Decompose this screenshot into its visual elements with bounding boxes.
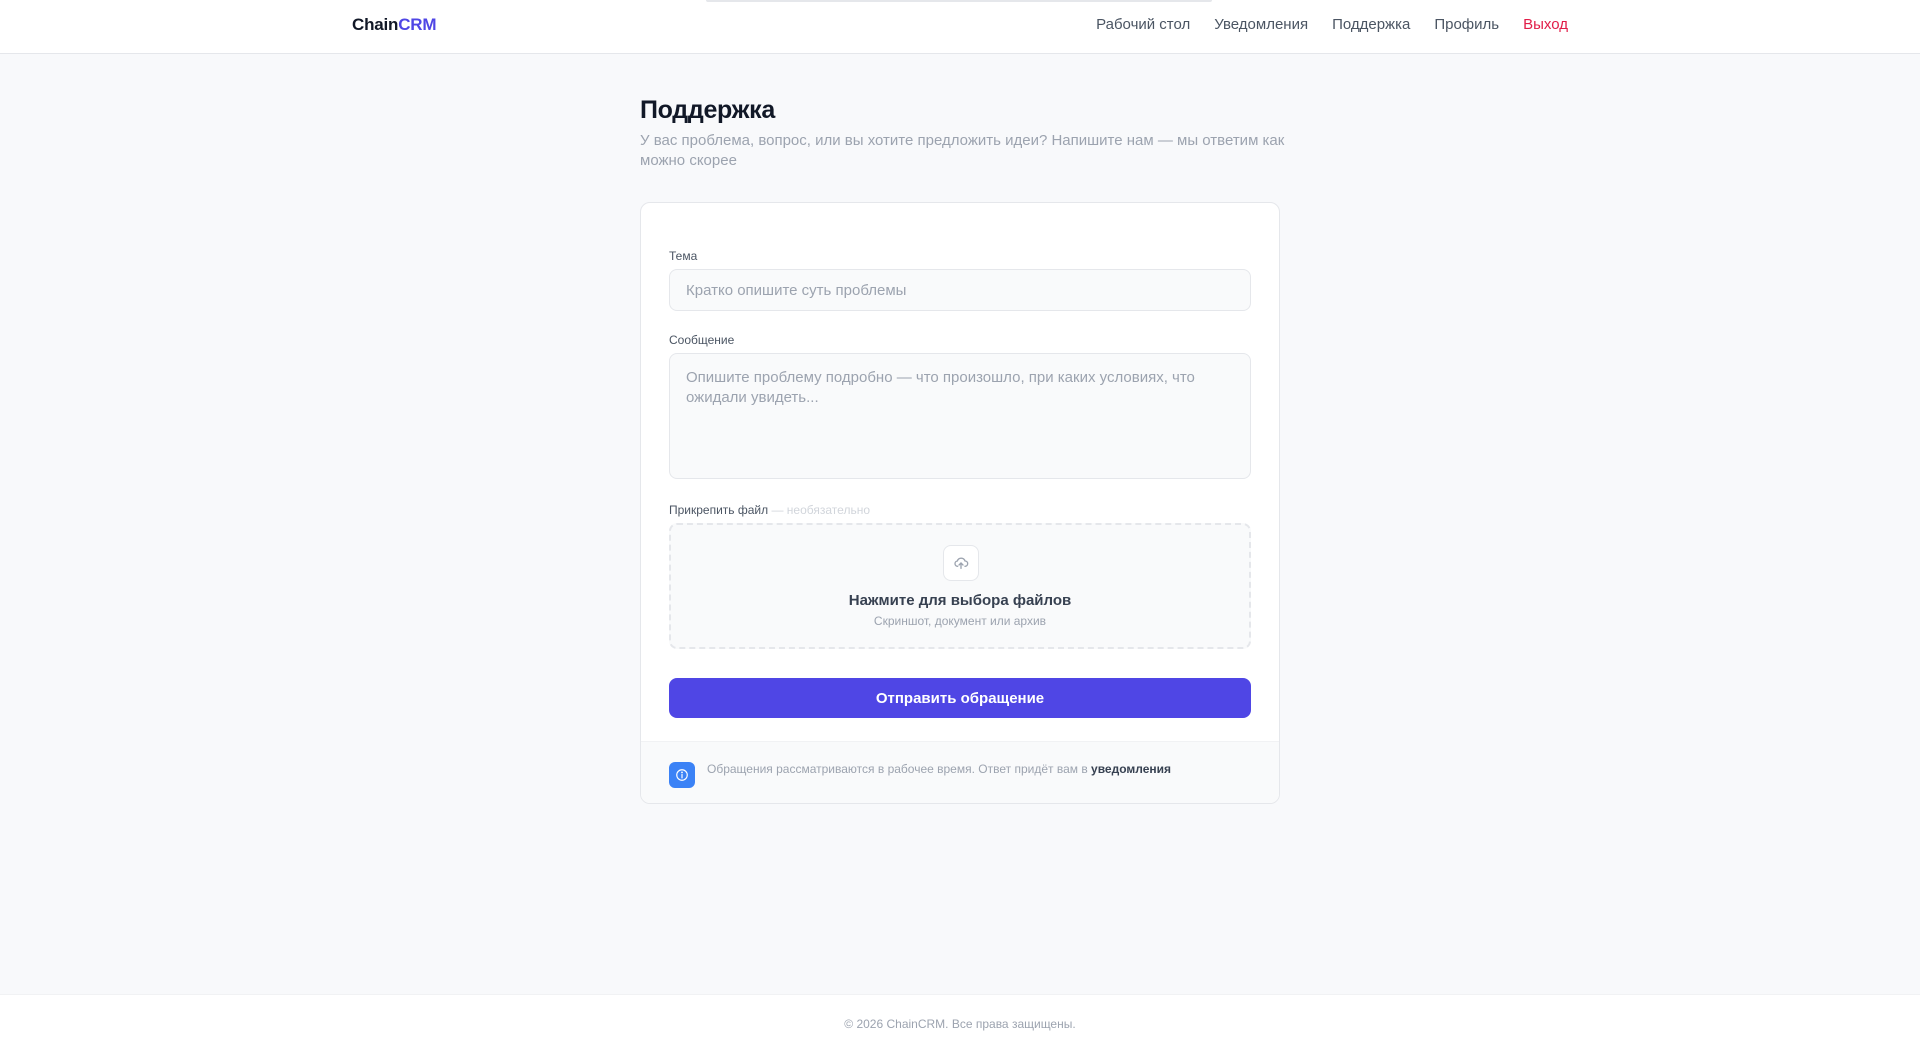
page-subtitle: У вас проблема, вопрос, или вы хотите пр…: [640, 132, 1285, 169]
message-textarea[interactable]: [669, 353, 1251, 479]
message-label: Сообщение: [669, 333, 735, 347]
info-message: Обращения рассматриваются в рабочее врем…: [707, 762, 1092, 776]
attach-optional-hint: — необязательно: [768, 503, 870, 517]
subject-input[interactable]: [669, 269, 1251, 311]
copyright-text: © 2026 ChainCRM. Все права защищены.: [844, 1017, 1076, 1031]
nav-link-profile[interactable]: Профиль: [1434, 16, 1499, 33]
upload-cloud-icon: [943, 545, 979, 581]
nav-link-logout[interactable]: Выход: [1523, 16, 1568, 33]
top-navbar: ChainCRM Рабочий стол Уведомления Поддер…: [0, 0, 1920, 54]
subject-label: Тема: [669, 249, 698, 263]
file-dropzone[interactable]: Нажмите для выбора файлов Скриншот, доку…: [669, 523, 1251, 649]
notifications-link[interactable]: уведомления: [1091, 762, 1171, 776]
info-icon: [669, 762, 695, 788]
brand-logo[interactable]: ChainCRM: [352, 15, 437, 35]
brand-name-part1: Chain: [352, 15, 399, 34]
page-title: Поддержка: [640, 96, 775, 124]
support-form-card: Тема Сообщение Прикрепить файл — необяза…: [640, 202, 1280, 804]
page-footer: © 2026 ChainCRM. Все права защищены.: [0, 994, 1920, 1050]
nav-link-support[interactable]: Поддержка: [1332, 16, 1410, 33]
attach-label: Прикрепить файл — необязательно: [669, 503, 870, 517]
nav-link-notifications[interactable]: Уведомления: [1214, 16, 1308, 33]
brand-name-part2: CRM: [398, 15, 437, 34]
nav-link-dashboard[interactable]: Рабочий стол: [1096, 16, 1190, 33]
attach-label-text: Прикрепить файл: [669, 503, 769, 517]
dropdown-shadow: [706, 0, 1212, 2]
info-bar: Обращения рассматриваются в рабочее врем…: [641, 741, 1279, 803]
info-text: Обращения рассматриваются в рабочее врем…: [707, 762, 1171, 776]
submit-ticket-button[interactable]: Отправить обращение: [669, 678, 1251, 718]
main-nav: Рабочий стол Уведомления Поддержка Профи…: [1096, 16, 1568, 33]
dropzone-title: Нажмите для выбора файлов: [848, 592, 1072, 609]
dropzone-hint: Скриншот, документ или архив: [873, 614, 1047, 628]
